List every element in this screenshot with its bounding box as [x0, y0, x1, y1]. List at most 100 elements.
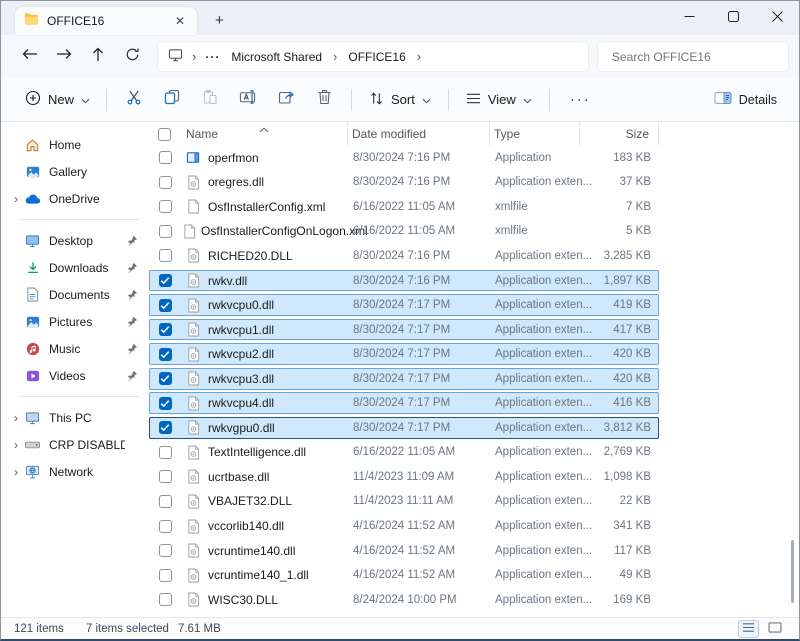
- view-button[interactable]: View: [457, 86, 541, 114]
- row-checkbox[interactable]: [159, 249, 172, 262]
- table-row[interactable]: rwkvcpu4.dll8/30/2024 7:17 PMApplication…: [149, 392, 659, 416]
- dll-file-icon: [183, 273, 203, 288]
- row-checkbox[interactable]: [159, 593, 172, 606]
- file-type: Application exten...: [491, 299, 592, 311]
- back-button[interactable]: [13, 41, 47, 73]
- details-view-toggle[interactable]: [738, 620, 759, 638]
- table-row[interactable]: vccorlib140.dll4/16/2024 11:52 AMApplica…: [149, 515, 659, 539]
- row-checkbox[interactable]: [159, 200, 172, 213]
- delete-button[interactable]: [305, 83, 343, 117]
- breadcrumb[interactable]: › ··· Microsoft Shared › OFFICE16 ›: [157, 41, 589, 72]
- row-checkbox[interactable]: [159, 299, 172, 312]
- table-row[interactable]: WXPNSE.DLL8/30/2024 7:16 PMApplication e…: [149, 613, 659, 617]
- sidebar-item-downloads[interactable]: Downloads: [1, 254, 149, 281]
- row-checkbox[interactable]: [159, 397, 172, 410]
- tab-office16[interactable]: OFFICE16 ✕: [15, 7, 197, 35]
- column-header-type[interactable]: Type: [490, 122, 580, 146]
- search-input[interactable]: [610, 49, 776, 65]
- sidebar-item-videos[interactable]: Videos: [1, 362, 149, 389]
- rename-button[interactable]: [229, 83, 267, 117]
- breadcrumb-overflow[interactable]: ···: [205, 50, 220, 64]
- sidebar-item-network[interactable]: ›Network: [1, 458, 149, 485]
- more-options-button[interactable]: ···: [558, 91, 603, 108]
- minimize-button[interactable]: [667, 1, 711, 35]
- breadcrumb-item-microsoft-shared[interactable]: Microsoft Shared: [229, 50, 324, 64]
- refresh-button[interactable]: [115, 41, 149, 73]
- table-row[interactable]: rwkvcpu1.dll8/30/2024 7:17 PMApplication…: [149, 319, 659, 343]
- row-checkbox[interactable]: [159, 323, 172, 336]
- chevron-right-icon[interactable]: ›: [8, 411, 24, 425]
- table-row[interactable]: operfmon8/30/2024 7:16 PMApplication183 …: [149, 147, 659, 171]
- this-pc-icon[interactable]: [168, 48, 183, 65]
- new-button[interactable]: New: [17, 84, 98, 115]
- sidebar-item-documents[interactable]: Documents: [1, 281, 149, 308]
- table-row[interactable]: VBAJET32.DLL11/4/2023 11:11 AMApplicatio…: [149, 491, 659, 515]
- chevron-right-icon[interactable]: ›: [8, 465, 24, 479]
- row-checkbox[interactable]: [159, 470, 172, 483]
- file-type: xmlfile: [491, 201, 528, 213]
- sidebar-item-onedrive[interactable]: ›OneDrive: [1, 185, 149, 212]
- row-checkbox[interactable]: [159, 176, 172, 189]
- breadcrumb-item-office16[interactable]: OFFICE16: [346, 50, 407, 64]
- cut-button[interactable]: [115, 83, 153, 117]
- file-name: RICHED20.DLL: [208, 249, 293, 263]
- sort-button[interactable]: Sort: [360, 85, 440, 115]
- dll-file-icon: [183, 519, 203, 534]
- sidebar-item-music[interactable]: Music: [1, 335, 149, 362]
- table-row[interactable]: OsfInstallerConfigOnLogon.xml6/16/2022 1…: [149, 221, 659, 245]
- row-checkbox[interactable]: [159, 274, 172, 287]
- chevron-right-icon[interactable]: ›: [8, 438, 24, 452]
- column-header-date-modified[interactable]: Date modified: [348, 122, 490, 146]
- sidebar-item-desktop[interactable]: Desktop: [1, 227, 149, 254]
- row-checkbox[interactable]: [159, 225, 172, 238]
- maximize-button[interactable]: [711, 1, 755, 35]
- table-row[interactable]: RICHED20.DLL8/30/2024 7:16 PMApplication…: [149, 245, 659, 269]
- paste-button[interactable]: [191, 83, 229, 117]
- details-pane-toggle[interactable]: Details: [714, 91, 789, 108]
- copy-button[interactable]: [153, 83, 191, 117]
- row-checkbox[interactable]: [159, 151, 172, 164]
- dll-file-icon: [183, 347, 203, 362]
- sidebar-item-home[interactable]: Home: [1, 131, 149, 158]
- table-row[interactable]: TextIntelligence.dll6/16/2022 11:05 AMAp…: [149, 442, 659, 466]
- sidebar-item-this-pc[interactable]: › This PC: [1, 404, 149, 431]
- search-box[interactable]: [597, 41, 789, 72]
- share-button[interactable]: [267, 83, 305, 117]
- table-row[interactable]: vcruntime140.dll4/16/2024 11:52 AMApplic…: [149, 540, 659, 564]
- chevron-right-icon[interactable]: ›: [8, 192, 24, 206]
- row-checkbox[interactable]: [159, 520, 172, 533]
- file-explorer-window: OFFICE16 ✕ + › ··· Microsoft Shared › OF…: [0, 0, 800, 641]
- table-row[interactable]: rwkvgpu0.dll8/30/2024 7:17 PMApplication…: [149, 417, 659, 441]
- sidebar-item-gallery[interactable]: Gallery: [1, 158, 149, 185]
- sidebar-item-label: This PC: [49, 411, 125, 425]
- sidebar-item-pictures[interactable]: Pictures: [1, 308, 149, 335]
- table-row[interactable]: rwkvcpu3.dll8/30/2024 7:17 PMApplication…: [149, 368, 659, 392]
- select-all-checkbox[interactable]: [158, 128, 171, 141]
- table-row[interactable]: rwkv.dll8/30/2024 7:16 PMApplication ext…: [149, 270, 659, 294]
- table-row[interactable]: rwkvcpu0.dll8/30/2024 7:17 PMApplication…: [149, 294, 659, 318]
- table-row[interactable]: vcruntime140_1.dll4/16/2024 11:52 AMAppl…: [149, 564, 659, 588]
- table-row[interactable]: rwkvcpu2.dll8/30/2024 7:17 PMApplication…: [149, 343, 659, 367]
- file-type: Application exten...: [491, 324, 592, 336]
- close-button[interactable]: [755, 1, 799, 35]
- row-checkbox[interactable]: [159, 348, 172, 361]
- sidebar-item-crp-disabld-d[interactable]: ›CRP DISABLD (D:): [1, 431, 149, 458]
- dll-file-icon: [183, 445, 203, 460]
- table-row[interactable]: oregres.dll8/30/2024 7:16 PMApplication …: [149, 172, 659, 196]
- large-icons-view-toggle[interactable]: [764, 620, 785, 638]
- row-checkbox[interactable]: [159, 569, 172, 582]
- table-row[interactable]: OsfInstallerConfig.xml6/16/2022 11:05 AM…: [149, 196, 659, 220]
- row-checkbox[interactable]: [159, 495, 172, 508]
- up-button[interactable]: [81, 41, 115, 73]
- tab-close-icon[interactable]: ✕: [172, 14, 188, 28]
- new-tab-button[interactable]: +: [215, 12, 224, 29]
- table-row[interactable]: ucrtbase.dll11/4/2023 11:09 AMApplicatio…: [149, 466, 659, 490]
- forward-button[interactable]: [47, 41, 81, 73]
- row-checkbox[interactable]: [159, 446, 172, 459]
- vertical-scrollbar[interactable]: [791, 540, 794, 603]
- column-header-size[interactable]: Size: [580, 122, 659, 146]
- row-checkbox[interactable]: [159, 544, 172, 557]
- row-checkbox[interactable]: [159, 372, 172, 385]
- row-checkbox[interactable]: [159, 421, 172, 434]
- table-row[interactable]: WISC30.DLL8/24/2024 10:00 PMApplication …: [149, 589, 659, 613]
